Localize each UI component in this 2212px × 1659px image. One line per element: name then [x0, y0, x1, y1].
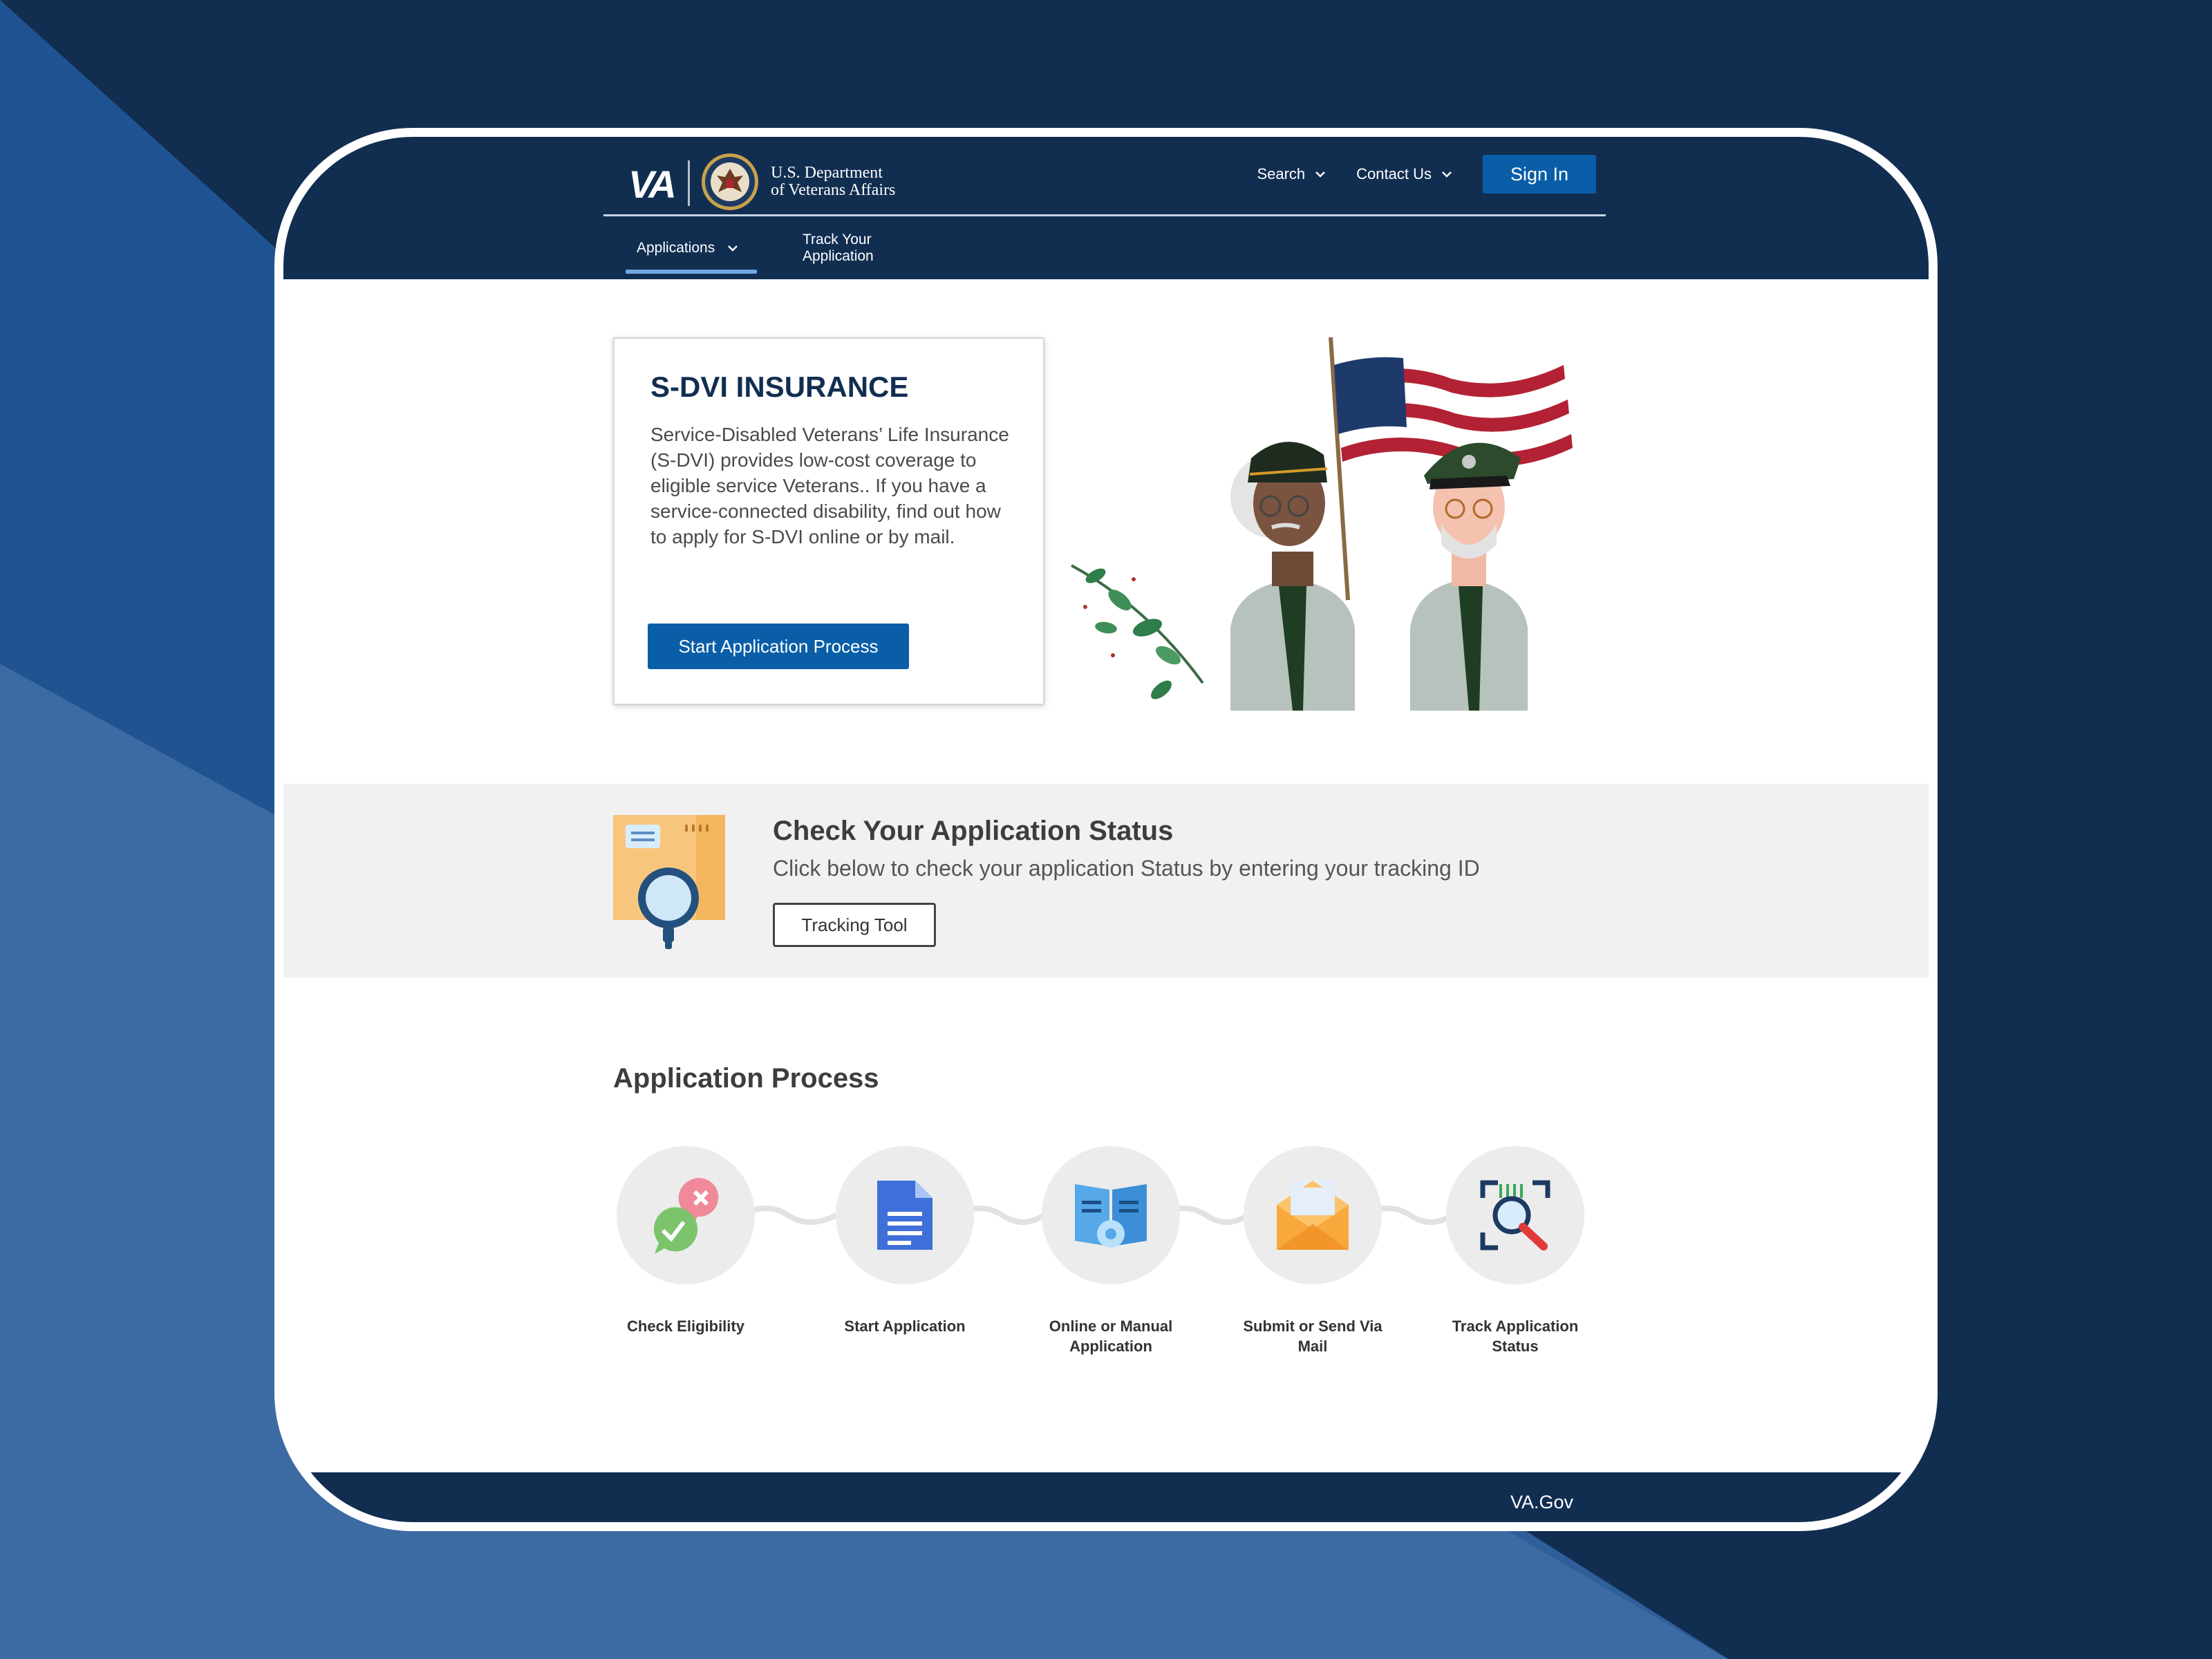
- va-seal-icon: [702, 153, 758, 210]
- scan-search-icon: [1480, 1180, 1550, 1250]
- step-check-eligibility-label: Check Eligibility: [627, 1318, 744, 1335]
- step-track-status-label: Track Application Status: [1452, 1318, 1579, 1355]
- tab-applications[interactable]: Applications: [626, 216, 757, 279]
- step-online-manual-circle[interactable]: [1042, 1146, 1180, 1284]
- status-title: Check Your Application Status: [773, 816, 1174, 846]
- site-header: VA U.S. Department of Veterans Affairs S…: [283, 137, 1929, 279]
- dept-line-1: U.S. Department: [771, 164, 883, 182]
- tracking-tool-button[interactable]: Tracking Tool: [773, 903, 936, 947]
- search-menu[interactable]: Search: [1257, 165, 1326, 183]
- contact-label: Contact Us: [1356, 165, 1432, 182]
- start-application-button[interactable]: Start Application Process: [648, 624, 909, 669]
- hero-title: S-DVI INSURANCE: [650, 371, 909, 403]
- veterans-illustration: [1071, 337, 1576, 711]
- step-submit-mail-label: Submit or Send Via Mail: [1243, 1318, 1382, 1355]
- va-logo[interactable]: VA: [628, 162, 677, 207]
- chevron-down-icon: [1442, 171, 1452, 178]
- site-footer: VA.Gov: [283, 1472, 1929, 1522]
- application-process-steps: Check Eligibility Start Application Onli…: [283, 1146, 1929, 1367]
- envelope-icon: [1277, 1181, 1349, 1250]
- hero-description: Service-Disabled Veterans’ Life Insuranc…: [650, 424, 1009, 547]
- hero-card: S-DVI INSURANCE Service-Disabled Veteran…: [613, 337, 1044, 705]
- logo-divider: [688, 160, 690, 206]
- contact-menu[interactable]: Contact Us: [1356, 165, 1452, 183]
- application-status-section: Check Your Application Status Click belo…: [283, 784, 1929, 977]
- manual-book-icon: [1075, 1184, 1147, 1248]
- step-track-status-circle[interactable]: [1446, 1146, 1584, 1284]
- step-start-application-label: Start Application: [844, 1318, 966, 1335]
- tab-track-application-label: Track Your Application: [803, 231, 874, 264]
- tab-applications-label: Applications: [637, 239, 715, 256]
- step-start-application-circle[interactable]: [836, 1146, 974, 1284]
- chevron-down-icon: [1315, 171, 1326, 178]
- veteran-figure-left: [1230, 442, 1355, 711]
- footer-link[interactable]: VA.Gov: [1510, 1492, 1573, 1513]
- process-title: Application Process: [613, 1063, 879, 1094]
- step-online-manual-label: Online or Manual Application: [1049, 1318, 1173, 1355]
- document-icon: [877, 1181, 932, 1250]
- dept-line-2: of Veterans Affairs: [771, 181, 896, 199]
- sign-in-button[interactable]: Sign In: [1483, 155, 1596, 194]
- header-nav: Search Contact Us Sign In: [1257, 153, 1606, 195]
- chevron-down-icon: [728, 245, 738, 252]
- folder-search-icon: [613, 815, 725, 949]
- leaf-branch-icon: [1071, 564, 1204, 700]
- tab-track-application[interactable]: Track Your Application: [803, 216, 874, 279]
- search-label: Search: [1257, 165, 1306, 182]
- status-subtitle: Click below to check your application St…: [773, 856, 1480, 881]
- department-name: U.S. Department of Veterans Affairs: [771, 165, 895, 199]
- device-frame: VA U.S. Department of Veterans Affairs S…: [274, 128, 1938, 1531]
- step-submit-mail-circle[interactable]: [1244, 1146, 1382, 1284]
- step-check-eligibility-circle[interactable]: [617, 1146, 755, 1284]
- check-eligibility-icon: [654, 1178, 719, 1254]
